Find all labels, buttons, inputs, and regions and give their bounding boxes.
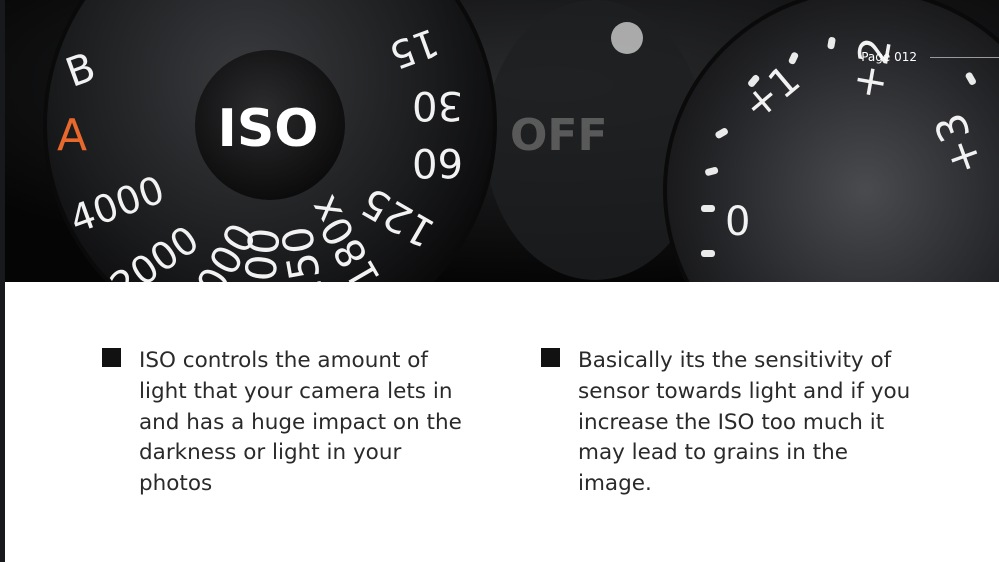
exposure-value-0: 0 — [725, 199, 750, 245]
blurred-off-label: OFF — [510, 110, 608, 161]
bullet-text: Basically its the sensitivity of sensor … — [578, 348, 911, 497]
dial-value-30: 30 — [412, 82, 463, 128]
page-number-rule — [930, 57, 999, 58]
dial-letter-a: A — [57, 110, 87, 161]
blurred-marker — [611, 22, 643, 54]
exposure-tick — [701, 250, 715, 257]
iso-dial-label: ISO — [217, 99, 318, 159]
square-bullet-icon — [541, 348, 560, 367]
camera-dial-illustration: OFF ISO B A 15 30 60 125 180x 4000 2000 … — [5, 0, 999, 282]
page-number: Page 012 — [861, 50, 917, 64]
bullet-text: ISO controls the amount of light that yo… — [139, 348, 462, 497]
camera-dial-photo: OFF ISO B A 15 30 60 125 180x 4000 2000 … — [5, 0, 999, 282]
square-bullet-icon — [102, 348, 121, 367]
exposure-tick — [701, 205, 715, 212]
dial-value-60: 60 — [412, 139, 463, 185]
